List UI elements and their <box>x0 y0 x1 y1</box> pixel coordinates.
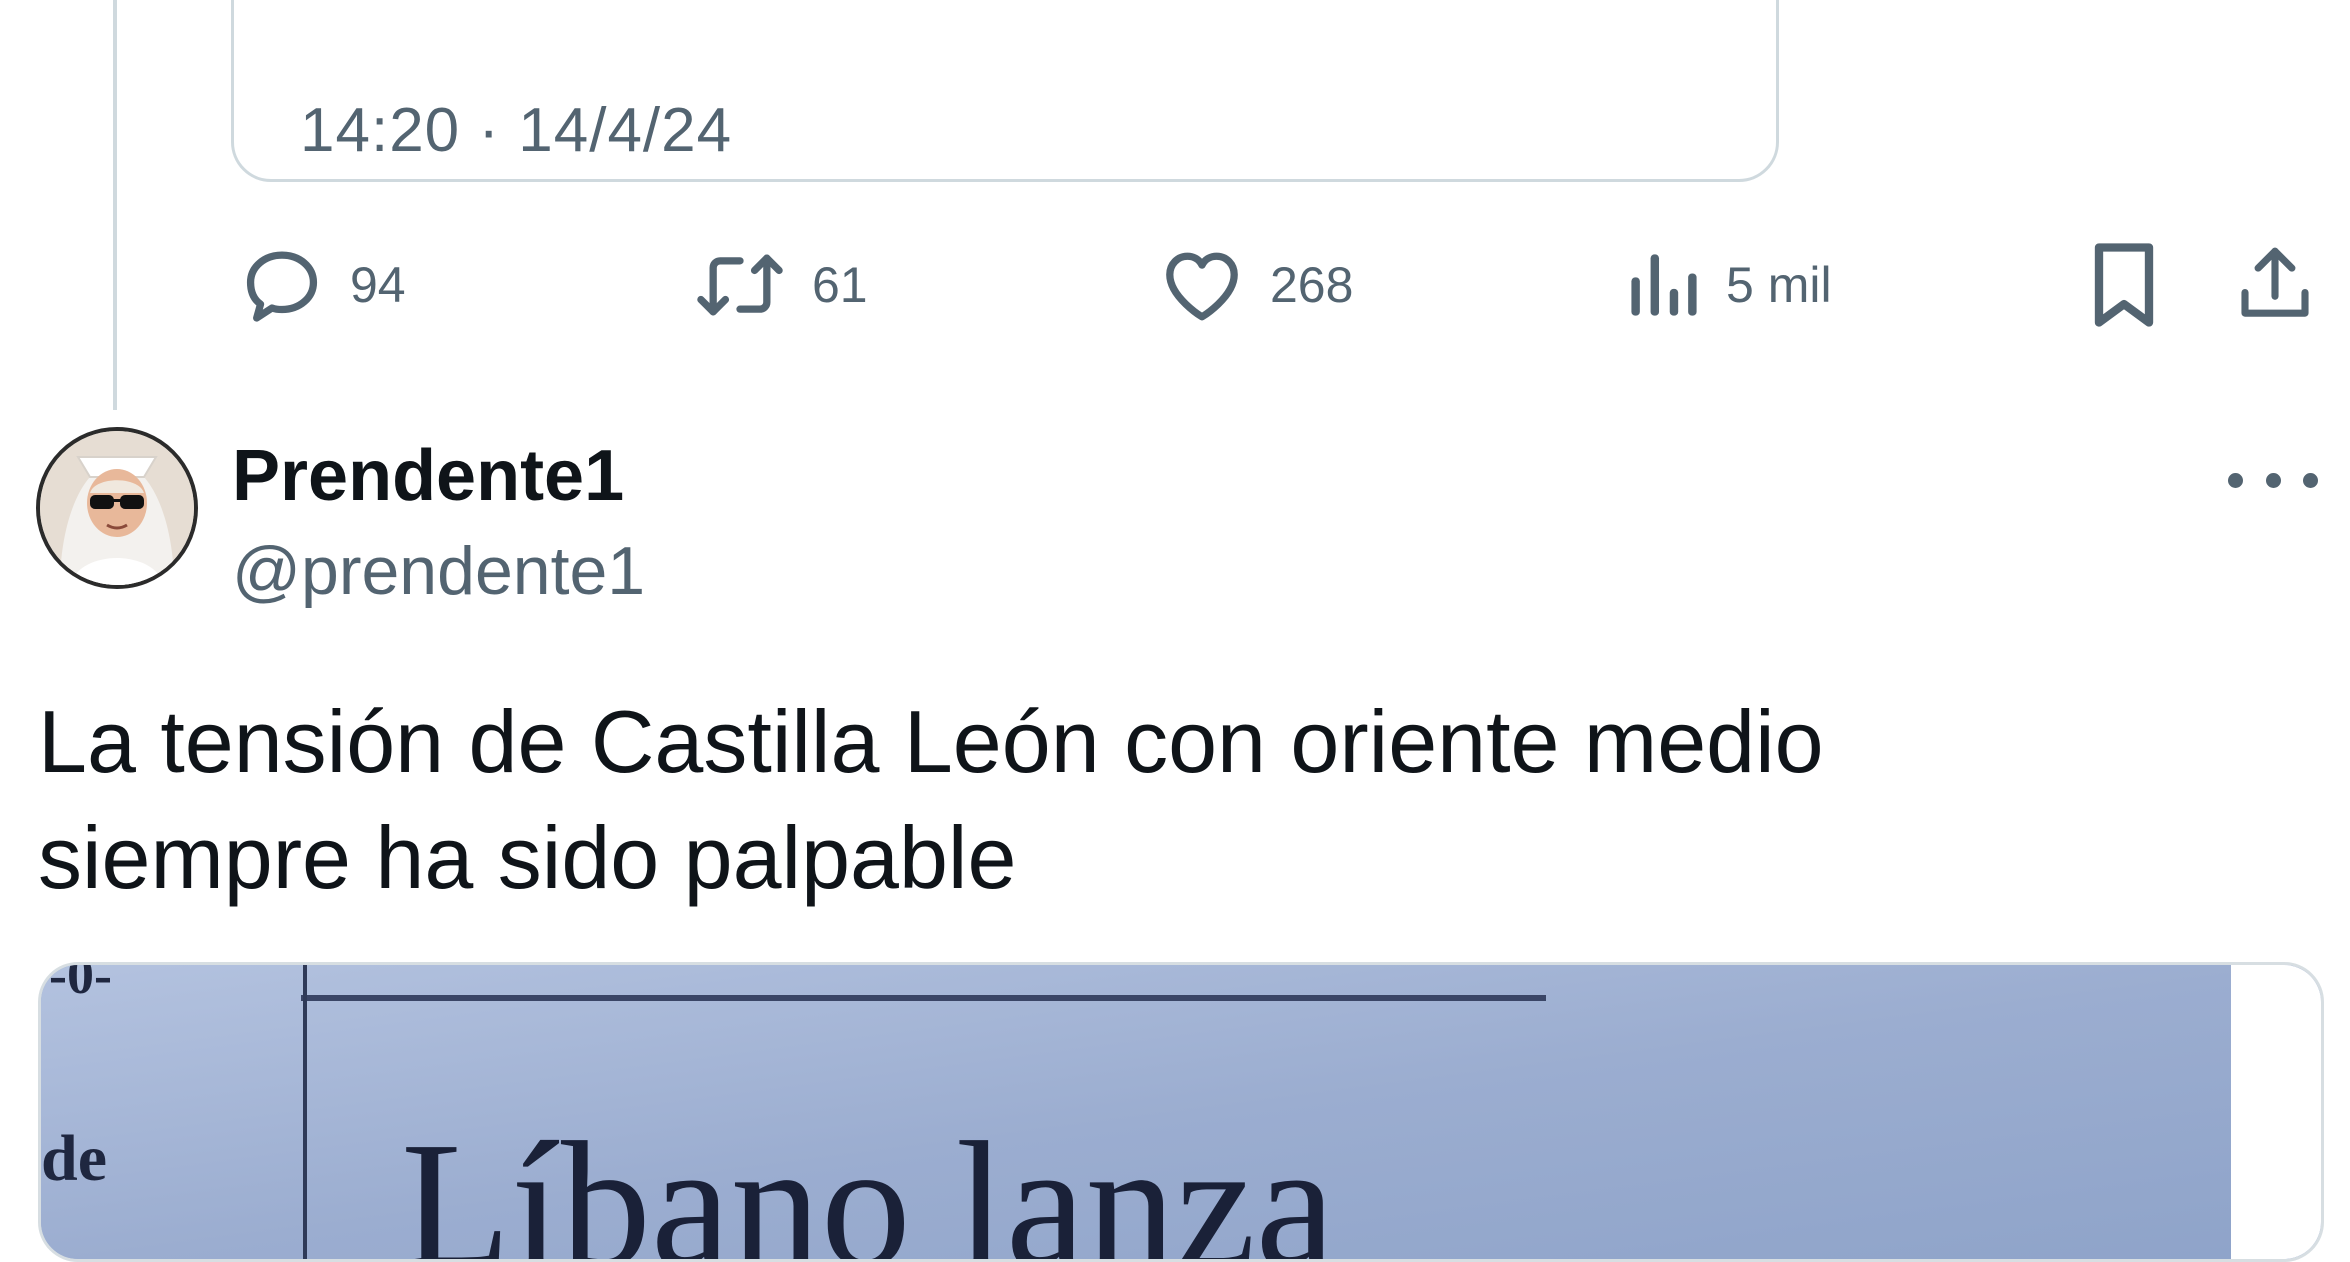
more-dot-icon <box>2303 472 2318 488</box>
share-icon <box>2230 239 2320 331</box>
user-handle[interactable]: @prendente1 <box>232 532 645 610</box>
views-button[interactable]: 5 mil <box>1624 230 1832 340</box>
tweet-media-image[interactable]: -0- de Líbano lanza <box>38 962 2324 1262</box>
views-icon <box>1624 239 1704 331</box>
newspaper-fragment-side: de <box>41 1122 107 1195</box>
like-count: 268 <box>1270 257 1354 313</box>
display-name[interactable]: Prendente1 <box>232 435 624 517</box>
reply-icon <box>236 239 328 331</box>
reply-button[interactable]: 94 <box>236 230 406 340</box>
retweet-button[interactable]: 61 <box>690 230 868 340</box>
avatar[interactable] <box>36 427 198 589</box>
newspaper-fragment-top: -0- <box>49 965 112 1005</box>
like-icon <box>1156 239 1248 331</box>
like-button[interactable]: 268 <box>1156 230 1353 340</box>
quoted-tweet-card[interactable]: 14:20 · 14/4/24 <box>231 0 1779 182</box>
avatar-photo <box>40 431 194 585</box>
bookmark-button[interactable] <box>2081 230 2167 340</box>
views-count: 5 mil <box>1726 257 1832 313</box>
tweet-action-bar: 94 61 268 5 mil <box>0 230 2350 340</box>
quoted-tweet-timestamp[interactable]: 14:20 · 14/4/24 <box>300 95 732 166</box>
more-dot-icon <box>2265 472 2281 488</box>
tweet-text: La tensión de Castilla León con oriente … <box>38 684 2308 916</box>
more-options-button[interactable] <box>2228 455 2318 505</box>
newspaper-photo: -0- de Líbano lanza <box>41 965 2321 1262</box>
tweet-text-line: La tensión de Castilla León con oriente … <box>38 692 1824 791</box>
tweet-text-line: siempre ha sido palpable <box>38 808 1017 907</box>
thread-connector-line <box>113 0 117 410</box>
more-dot-icon <box>2228 472 2243 488</box>
share-button[interactable] <box>2230 230 2320 340</box>
retweet-icon <box>690 239 790 331</box>
bookmark-icon <box>2081 235 2167 335</box>
newspaper-headline: Líbano lanza <box>401 1105 1336 1262</box>
retweet-count: 61 <box>812 257 868 313</box>
reply-count: 94 <box>350 257 406 313</box>
